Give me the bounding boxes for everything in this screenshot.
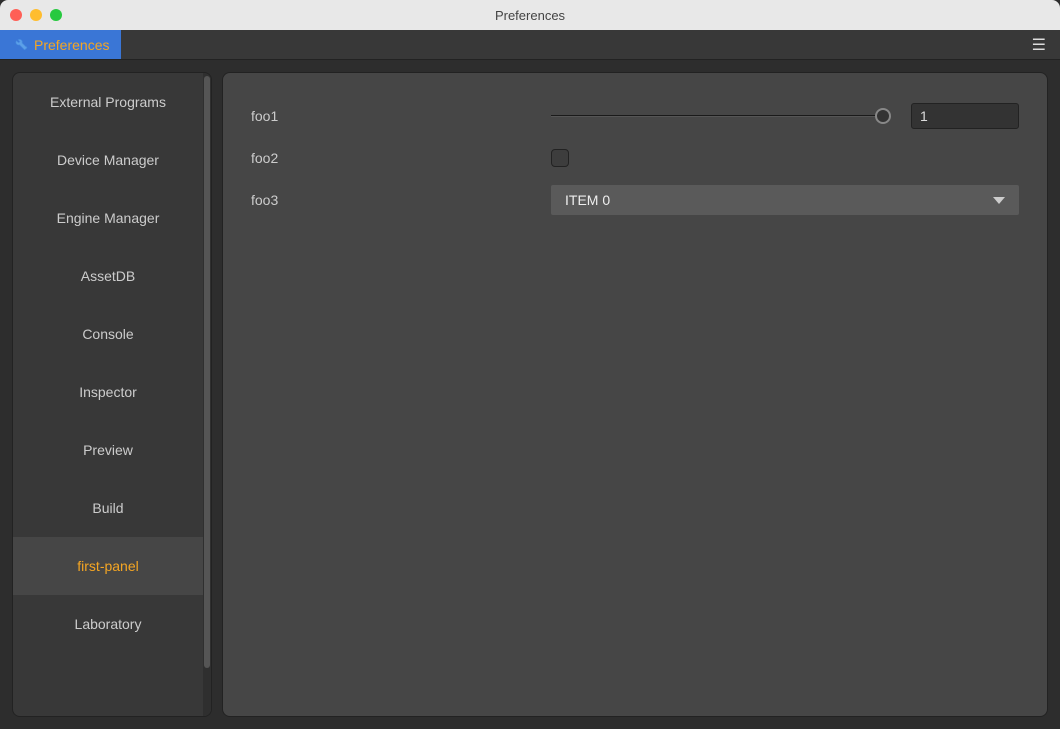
chevron-down-icon	[993, 197, 1005, 204]
sidebar-item-label: External Programs	[50, 94, 166, 110]
sidebar-item-label: Build	[92, 500, 123, 516]
foo2-checkbox[interactable]	[551, 149, 569, 167]
row-foo3: foo3 ITEM 0	[251, 181, 1019, 219]
window-title: Preferences	[495, 8, 565, 23]
sidebar-item-label: AssetDB	[81, 268, 135, 284]
foo3-select-value: ITEM 0	[565, 192, 610, 208]
tab-bar: Preferences ☰	[0, 30, 1060, 60]
sidebar-item-label: first-panel	[77, 558, 138, 574]
workspace: External Programs Device Manager Engine …	[0, 60, 1060, 729]
sidebar-item-label: Device Manager	[57, 152, 159, 168]
sidebar-item-build[interactable]: Build	[13, 479, 203, 537]
slider-thumb[interactable]	[875, 108, 891, 124]
sidebar-item-label: Inspector	[79, 384, 137, 400]
foo1-label: foo1	[251, 108, 551, 124]
sidebar-item-device-manager[interactable]: Device Manager	[13, 131, 203, 189]
titlebar: Preferences	[0, 0, 1060, 30]
content-panel: foo1 foo2 foo3 ITEM 0	[222, 72, 1048, 717]
sidebar-item-console[interactable]: Console	[13, 305, 203, 363]
sidebar-item-preview[interactable]: Preview	[13, 421, 203, 479]
sidebar-item-label: Console	[82, 326, 133, 342]
sidebar-scrollbar[interactable]	[203, 73, 211, 716]
row-foo2: foo2	[251, 139, 1019, 177]
tab-label: Preferences	[34, 37, 109, 53]
sidebar-scrollbar-thumb[interactable]	[204, 76, 210, 668]
foo3-label: foo3	[251, 192, 551, 208]
sidebar-item-label: Laboratory	[75, 616, 142, 632]
sidebar-item-label: Engine Manager	[57, 210, 160, 226]
tab-preferences[interactable]: Preferences	[0, 30, 121, 59]
minimize-window-button[interactable]	[30, 9, 42, 21]
maximize-window-button[interactable]	[50, 9, 62, 21]
sidebar-item-label: Preview	[83, 442, 133, 458]
sidebar-item-inspector[interactable]: Inspector	[13, 363, 203, 421]
close-window-button[interactable]	[10, 9, 22, 21]
window-controls	[10, 9, 62, 21]
wrench-icon	[12, 35, 28, 54]
sidebar-item-first-panel[interactable]: first-panel	[13, 537, 203, 595]
foo2-label: foo2	[251, 150, 551, 166]
slider-track	[551, 115, 891, 117]
foo3-select[interactable]: ITEM 0	[551, 185, 1019, 215]
menu-icon[interactable]: ☰	[1018, 35, 1060, 55]
sidebar-item-assetdb[interactable]: AssetDB	[13, 247, 203, 305]
sidebar-item-external-programs[interactable]: External Programs	[13, 73, 203, 131]
foo1-slider[interactable]	[551, 106, 891, 126]
sidebar-list: External Programs Device Manager Engine …	[13, 73, 203, 716]
sidebar-item-engine-manager[interactable]: Engine Manager	[13, 189, 203, 247]
foo1-number-input[interactable]	[911, 103, 1019, 129]
row-foo1: foo1	[251, 97, 1019, 135]
sidebar: External Programs Device Manager Engine …	[12, 72, 212, 717]
sidebar-item-laboratory[interactable]: Laboratory	[13, 595, 203, 653]
